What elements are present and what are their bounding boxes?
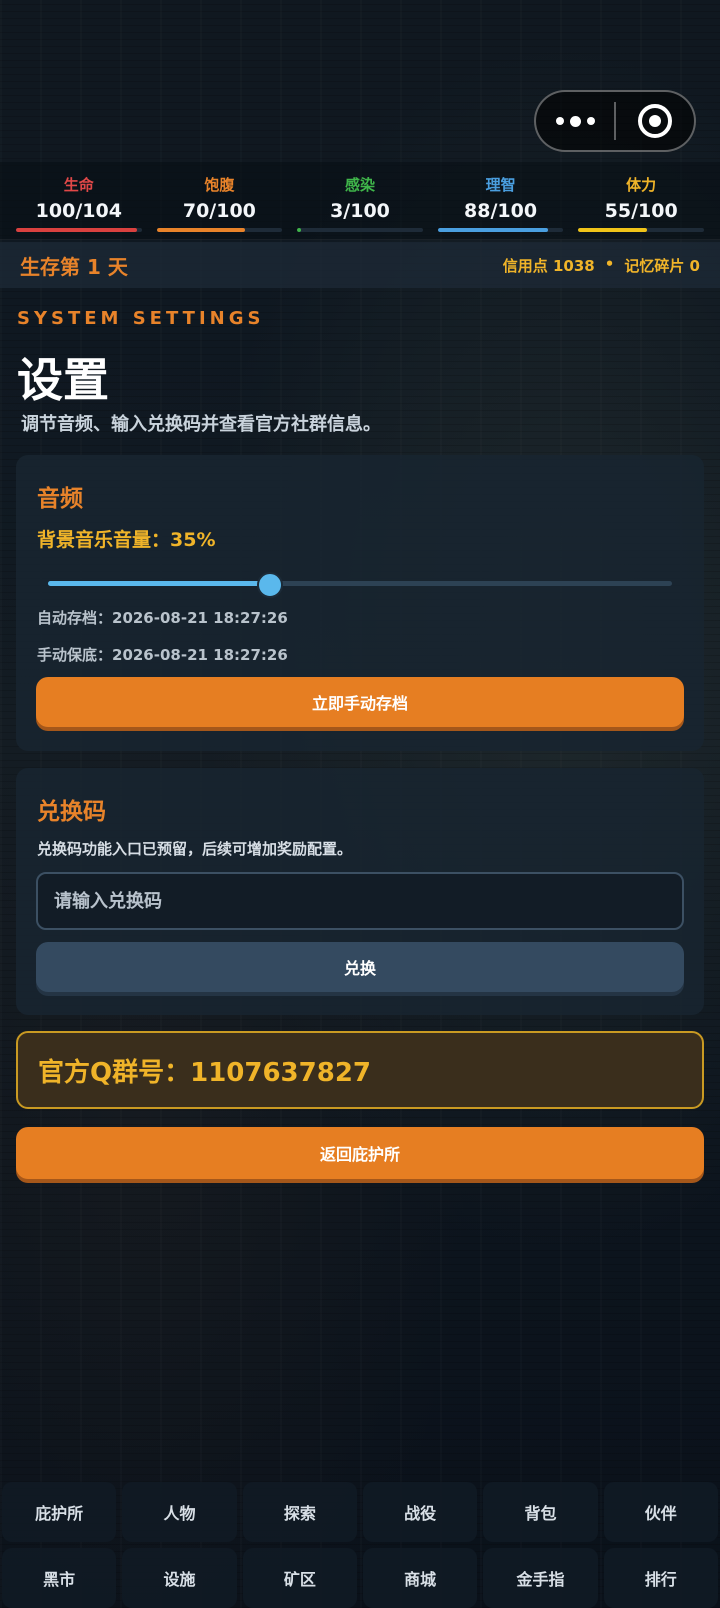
- manual-save-button[interactable]: 立即手动存档: [36, 677, 684, 727]
- stat-health: 生命 100/104: [16, 162, 142, 239]
- stat-label: 饱腹: [204, 176, 235, 194]
- redeem-heading: 兑换码: [37, 799, 106, 825]
- stat-value: 70/100: [182, 200, 256, 222]
- audio-heading: 音频: [37, 486, 83, 512]
- stat-bar-fill: [578, 228, 648, 232]
- redeem-button[interactable]: 兑换: [36, 942, 684, 992]
- nav-shelter[interactable]: 庇护所: [2, 1482, 117, 1542]
- page-subtitle: 调节音频、输入兑换码并查看官方社群信息。: [21, 414, 381, 435]
- page-kicker: SYSTEM SETTINGS: [17, 308, 265, 329]
- stat-stamina: 体力 55/100: [578, 162, 704, 239]
- stat-bar-fill: [437, 228, 549, 232]
- stat-infection: 感染 3/100: [297, 162, 423, 239]
- more-icon[interactable]: [536, 92, 614, 150]
- volume-slider[interactable]: [48, 572, 672, 598]
- redeem-description: 兑换码功能入口已预留，后续可增加奖励配置。: [37, 840, 353, 858]
- nav-black-market[interactable]: 黑市: [2, 1548, 117, 1608]
- nav-mine[interactable]: 矿区: [242, 1548, 357, 1608]
- stat-hunger: 饱腹 70/100: [156, 162, 283, 239]
- memory-fragments-count: 记忆碎片 0: [624, 256, 700, 275]
- stat-bar: [297, 228, 423, 232]
- stat-label: 理智: [485, 176, 516, 194]
- day-strip: 生存第 1 天 信用点 1038 • 记忆碎片 0: [0, 242, 720, 288]
- nav-backpack[interactable]: 背包: [483, 1482, 598, 1542]
- mini-program-capsule: [534, 90, 696, 152]
- stat-label: 生命: [63, 176, 94, 194]
- stats-bar: 生命 100/104 饱腹 70/100 感染 3/100 理智 88/100 …: [0, 162, 720, 240]
- back-to-shelter-button[interactable]: 返回庇护所: [16, 1127, 704, 1179]
- resource-summary: 信用点 1038 • 记忆碎片 0: [503, 255, 700, 276]
- stat-value: 100/104: [35, 200, 122, 222]
- stat-bar-fill: [156, 228, 245, 232]
- stat-bar: [437, 228, 564, 232]
- audio-card: 音频 背景音乐音量：35% 自动存档：2026-08-21 18:27:26 手…: [16, 455, 704, 751]
- stat-label: 感染: [344, 176, 375, 194]
- page-title: 设置: [17, 353, 109, 407]
- nav-row: 黑市 设施 矿区 商城 金手指 排行: [0, 1548, 720, 1608]
- nav-explore[interactable]: 探索: [242, 1482, 357, 1542]
- stat-bar: [156, 228, 283, 232]
- redeem-code-input[interactable]: [36, 872, 684, 930]
- nav-character[interactable]: 人物: [122, 1482, 237, 1542]
- nav-leaderboard[interactable]: 排行: [603, 1548, 718, 1608]
- stat-bar: [578, 228, 704, 232]
- qq-group-banner: 官方Q群号：1107637827: [16, 1031, 704, 1109]
- stat-bar-fill: [297, 228, 301, 232]
- stat-bar-fill: [16, 228, 137, 232]
- stat-value: 88/100: [464, 200, 538, 222]
- auto-save-time: 自动存档：2026-08-21 18:27:26: [37, 609, 288, 627]
- close-capsule-icon[interactable]: [616, 92, 694, 150]
- stat-sanity: 理智 88/100: [437, 162, 564, 239]
- separator-dot: •: [604, 254, 615, 273]
- nav-shop[interactable]: 商城: [362, 1548, 478, 1608]
- redeem-card: 兑换码 兑换码功能入口已预留，后续可增加奖励配置。 兑换: [16, 768, 704, 1015]
- nav-companions[interactable]: 伙伴: [603, 1482, 718, 1542]
- qq-group-text: 官方Q群号：1107637827: [38, 1057, 372, 1088]
- bottom-nav: 庇护所 人物 探索 战役 背包 伙伴 黑市 设施 矿区 商城 金手指 排行: [0, 1482, 720, 1608]
- credits-count: 信用点 1038: [502, 256, 595, 275]
- slider-fill: [48, 581, 270, 586]
- nav-facilities[interactable]: 设施: [122, 1548, 237, 1608]
- nav-row: 庇护所 人物 探索 战役 背包 伙伴: [0, 1482, 720, 1542]
- stat-bar: [16, 228, 142, 232]
- stat-label: 体力: [626, 176, 657, 194]
- stat-value: 55/100: [604, 200, 678, 222]
- nav-campaign[interactable]: 战役: [362, 1482, 478, 1542]
- survival-day: 生存第 1 天: [20, 254, 128, 279]
- manual-backup-time: 手动保底：2026-08-21 18:27:26: [37, 646, 288, 664]
- slider-thumb[interactable]: [257, 572, 283, 598]
- nav-cheats[interactable]: 金手指: [483, 1548, 598, 1608]
- stat-value: 3/100: [330, 200, 390, 222]
- volume-label: 背景音乐音量：35%: [37, 529, 216, 551]
